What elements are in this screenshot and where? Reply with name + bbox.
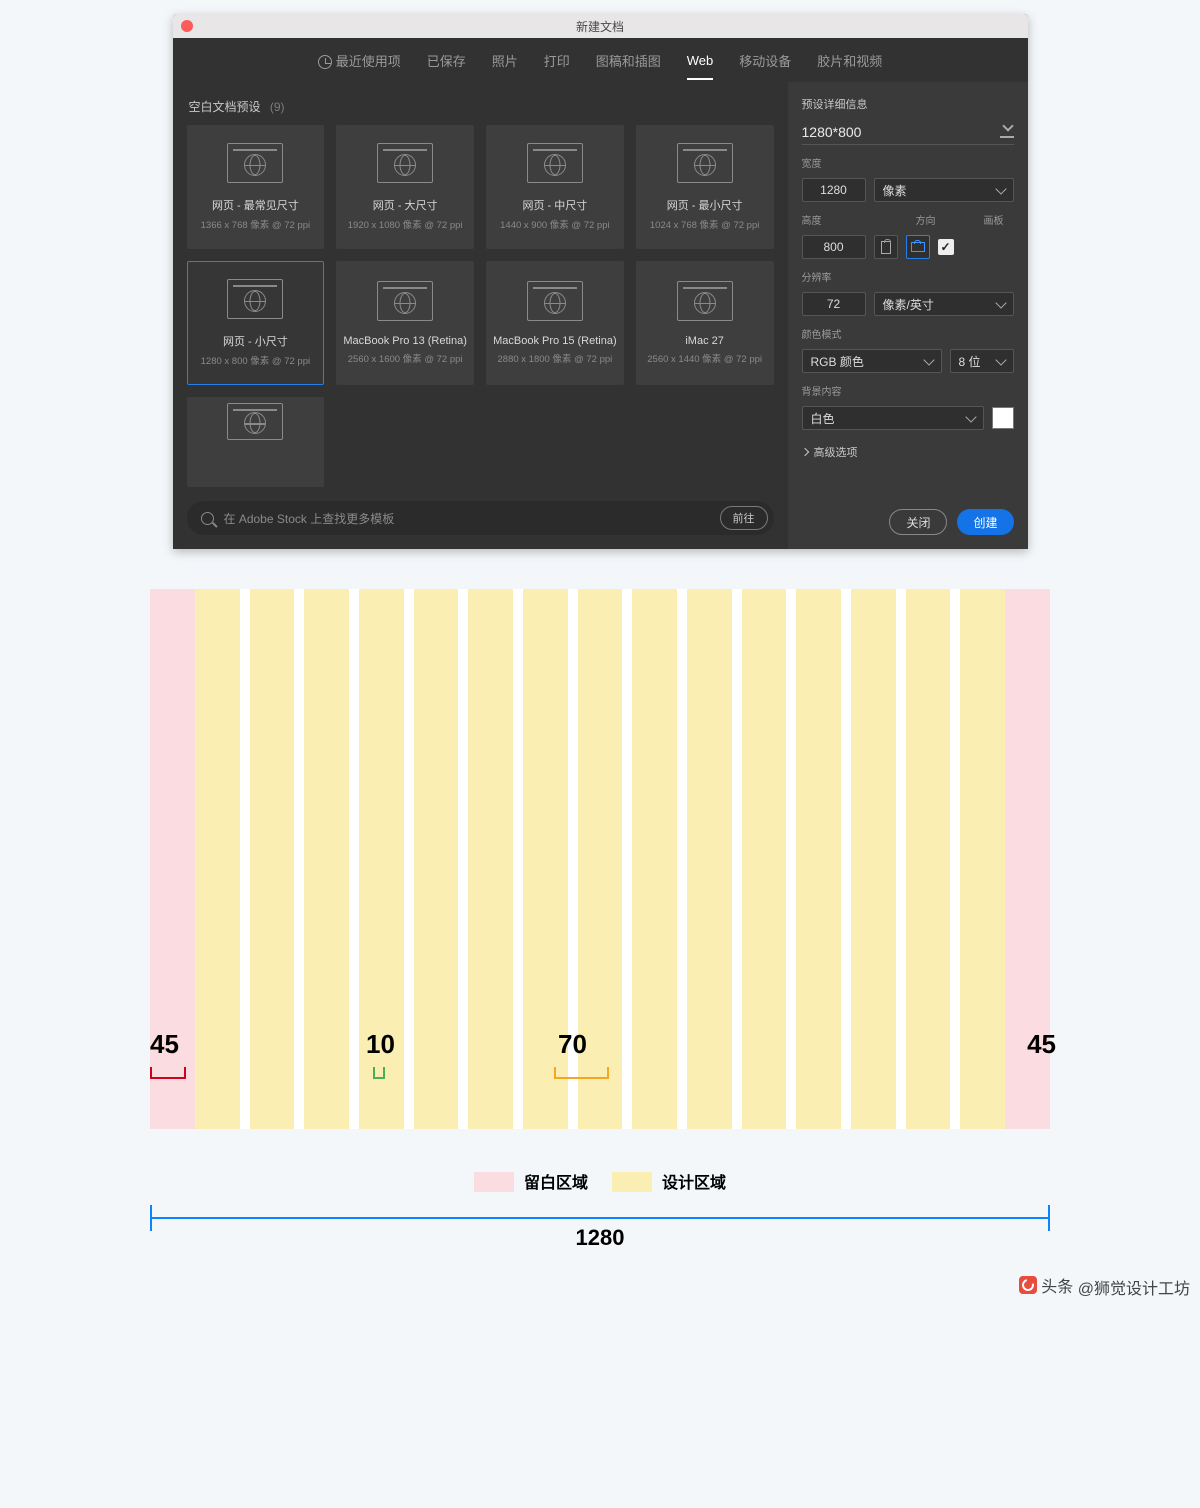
width-label: 宽度 <box>802 155 1014 170</box>
chevron-right-icon <box>800 448 808 456</box>
web-page-icon <box>377 143 433 183</box>
resolution-input[interactable]: 72 <box>802 292 866 316</box>
background-swatch[interactable] <box>992 407 1014 429</box>
chevron-down-icon <box>923 354 934 365</box>
preset-card[interactable]: 网页 - 中尺寸1440 x 900 像素 @ 72 ppi <box>486 125 624 249</box>
tab-artwork[interactable]: 图稿和插图 <box>596 51 661 82</box>
resolution-unit-select[interactable]: 像素/英寸 <box>874 292 1014 316</box>
artboard-checkbox[interactable]: ✓ <box>938 239 954 255</box>
bracket-gutter <box>373 1067 385 1079</box>
preset-card[interactable]: 网页 - 大尺寸1920 x 1080 像素 @ 72 ppi <box>336 125 474 249</box>
legend: 留白区域 设计区域 <box>150 1169 1050 1193</box>
tab-film[interactable]: 胶片和视频 <box>817 51 882 82</box>
preset-card-selected[interactable]: 网页 - 小尺寸1280 x 800 像素 @ 72 ppi <box>187 261 325 385</box>
color-depth-select[interactable]: 8 位 <box>950 349 1014 373</box>
artboard-label: 画板 <box>984 212 1014 227</box>
web-page-icon <box>227 403 283 440</box>
bracket-column <box>554 1067 609 1079</box>
tab-recent[interactable]: 最近使用项 <box>318 51 401 82</box>
window-title: 新建文档 <box>576 18 624 35</box>
category-tabs: 最近使用项 已保存 照片 打印 图稿和插图 Web 移动设备 胶片和视频 <box>173 38 1028 82</box>
close-button[interactable]: 关闭 <box>889 509 947 535</box>
tab-print[interactable]: 打印 <box>544 51 570 82</box>
toutiao-icon <box>1019 1276 1037 1294</box>
tab-mobile[interactable]: 移动设备 <box>739 51 791 82</box>
web-page-icon <box>527 281 583 321</box>
preset-card[interactable]: MacBook Pro 13 (Retina)2560 x 1600 像素 @ … <box>336 261 474 385</box>
orientation-landscape[interactable] <box>906 235 930 259</box>
margin-dim-right: 45 <box>1027 1029 1056 1060</box>
total-width-dim: 1280 <box>150 1199 1050 1239</box>
tab-web[interactable]: Web <box>687 53 714 80</box>
search-placeholder: 在 Adobe Stock 上查找更多模板 <box>224 510 710 527</box>
tab-saved[interactable]: 已保存 <box>427 51 466 82</box>
preset-card[interactable]: 网页 - 最常见尺寸1366 x 768 像素 @ 72 ppi <box>187 125 325 249</box>
new-document-dialog: 新建文档 最近使用项 已保存 照片 打印 图稿和插图 Web 移动设备 胶片和视… <box>173 14 1028 549</box>
swatch-yellow <box>612 1172 652 1192</box>
height-label: 高度 <box>802 212 908 227</box>
chevron-down-icon <box>965 411 976 422</box>
resolution-label: 分辨率 <box>802 269 1014 284</box>
web-page-icon <box>527 143 583 183</box>
gutter-dim: 10 <box>366 1029 395 1060</box>
color-mode-label: 颜色模式 <box>802 326 1014 341</box>
width-input[interactable]: 1280 <box>802 178 866 202</box>
color-mode-select[interactable]: RGB 颜色 <box>802 349 942 373</box>
search-icon <box>201 512 214 525</box>
clock-icon <box>318 55 332 69</box>
details-pane: 预设详细信息 1280*800 宽度 1280 像素 高度 方向 画板 800 … <box>788 82 1028 549</box>
chevron-down-icon <box>995 354 1006 365</box>
grid-diagram: 45 45 10 70 留白区域 设计区域 1280 头条 @狮觉设计工坊 <box>150 589 1050 1239</box>
column-dim: 70 <box>558 1029 587 1060</box>
orientation-label: 方向 <box>916 212 976 227</box>
chevron-down-icon <box>995 183 1006 194</box>
preset-name-field[interactable]: 1280*800 <box>802 120 1014 145</box>
margin-dim-left: 45 <box>150 1029 179 1060</box>
web-page-icon <box>227 279 283 319</box>
grid-columns: 45 45 10 70 <box>150 589 1050 1129</box>
create-button[interactable]: 创建 <box>957 509 1013 535</box>
swatch-pink <box>474 1172 514 1192</box>
preset-card-extra[interactable]: .. <box>187 397 325 487</box>
presets-pane: 空白文档预设 (9) 网页 - 最常见尺寸1366 x 768 像素 @ 72 … <box>173 82 788 549</box>
width-unit-select[interactable]: 像素 <box>874 178 1014 202</box>
stock-search[interactable]: 在 Adobe Stock 上查找更多模板 前往 <box>187 501 774 535</box>
chevron-down-icon <box>995 297 1006 308</box>
advanced-toggle[interactable]: 高级选项 <box>802 444 1014 460</box>
columns-wrap <box>195 589 1005 1129</box>
orientation-portrait[interactable] <box>874 235 898 259</box>
web-page-icon <box>677 281 733 321</box>
close-window-icon[interactable] <box>181 20 193 32</box>
web-page-icon <box>227 143 283 183</box>
web-page-icon <box>677 143 733 183</box>
background-select[interactable]: 白色 <box>802 406 984 430</box>
titlebar: 新建文档 <box>173 14 1028 38</box>
web-page-icon <box>377 281 433 321</box>
background-label: 背景内容 <box>802 383 1014 398</box>
preset-card[interactable]: iMac 272560 x 1440 像素 @ 72 ppi <box>636 261 774 385</box>
preset-card[interactable]: 网页 - 最小尺寸1024 x 768 像素 @ 72 ppi <box>636 125 774 249</box>
go-button[interactable]: 前往 <box>720 506 768 530</box>
preset-card[interactable]: MacBook Pro 15 (Retina)2880 x 1800 像素 @ … <box>486 261 624 385</box>
details-heading: 预设详细信息 <box>802 96 1014 112</box>
save-preset-icon[interactable] <box>1000 126 1014 138</box>
height-input[interactable]: 800 <box>802 235 866 259</box>
tab-photo[interactable]: 照片 <box>492 51 518 82</box>
bracket-margin <box>150 1067 186 1079</box>
legend-margin: 留白区域 <box>474 1169 588 1193</box>
legend-design: 设计区域 <box>612 1169 726 1193</box>
preset-grid: 网页 - 最常见尺寸1366 x 768 像素 @ 72 ppi 网页 - 大尺… <box>187 125 774 385</box>
section-header: 空白文档预设 (9) <box>189 98 774 115</box>
watermark: 头条 @狮觉设计工坊 <box>1019 1273 1190 1299</box>
